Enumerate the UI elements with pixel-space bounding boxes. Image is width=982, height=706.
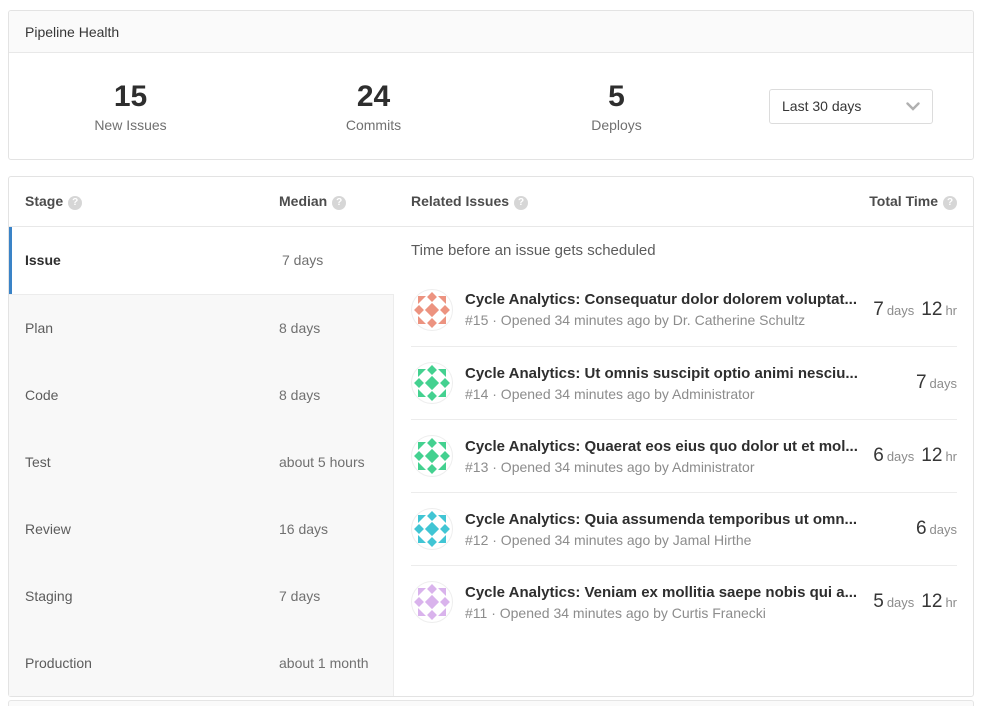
- total-time-header-label: Total Time: [869, 193, 938, 209]
- issue-row: Cycle Analytics: Ut omnis suscipit optio…: [411, 346, 957, 419]
- summary-row: 15 New Issues 24 Commits 5 Deploys Last …: [9, 53, 973, 159]
- stage-row-review[interactable]: Review 16 days: [9, 495, 394, 562]
- stat-label: Deploys: [495, 117, 738, 133]
- issue-total-time: 6days12hr: [873, 445, 957, 467]
- issue-text: Cycle Analytics: Veniam ex mollitia saep…: [465, 584, 861, 621]
- stage-name: Code: [9, 387, 263, 403]
- stage-name: Production: [9, 655, 263, 671]
- stage-name: Review: [9, 521, 263, 537]
- stage-row-issue[interactable]: Issue 7 days: [9, 227, 394, 294]
- stat-value: 5: [495, 80, 738, 114]
- avatar: [411, 508, 453, 550]
- stat-label: Commits: [252, 117, 495, 133]
- issue-row: Cycle Analytics: Veniam ex mollitia saep…: [411, 565, 957, 638]
- avatar: [411, 435, 453, 477]
- stage-description: Time before an issue gets scheduled: [411, 227, 957, 273]
- chevron-down-icon: [906, 102, 920, 111]
- issue-meta: #12 · Opened 34 minutes ago by Jamal Hir…: [465, 532, 904, 548]
- pipeline-health-panel: Pipeline Health 15 New Issues 24 Commits…: [8, 10, 974, 160]
- help-icon[interactable]: ?: [514, 196, 528, 210]
- help-icon[interactable]: ?: [332, 196, 346, 210]
- stat-label: New Issues: [9, 117, 252, 133]
- panel-heading: Pipeline Health: [9, 11, 973, 53]
- stage-panel: Issue 7 days Plan 8 days Code 8 days Tes…: [9, 227, 394, 696]
- stage-name: Issue: [12, 252, 266, 268]
- column-header-stage: Stage?: [9, 193, 263, 210]
- stage-row-production[interactable]: Production about 1 month: [9, 629, 394, 696]
- issue-total-time: 5days12hr: [873, 591, 957, 613]
- stage-median: 7 days: [266, 252, 394, 268]
- related-issues-panel: Time before an issue gets scheduled: [394, 227, 973, 696]
- stat-commits: 24 Commits: [252, 80, 495, 133]
- column-header-median: Median?: [263, 193, 394, 210]
- stage-header-label: Stage: [25, 193, 63, 209]
- avatar: [411, 362, 453, 404]
- date-range-dropdown[interactable]: Last 30 days: [769, 89, 933, 124]
- stage-median: 8 days: [263, 320, 393, 336]
- table-header-row: Stage? Median? Related Issues? Total Tim…: [9, 177, 973, 227]
- stage-median: about 1 month: [263, 655, 393, 671]
- stats-wrap: 15 New Issues 24 Commits 5 Deploys: [9, 80, 738, 133]
- issue-title-link[interactable]: Cycle Analytics: Quia assumenda temporib…: [465, 511, 904, 528]
- stage-name: Test: [9, 454, 263, 470]
- issue-title-link[interactable]: Cycle Analytics: Veniam ex mollitia saep…: [465, 584, 861, 601]
- cycle-analytics-panel: Stage? Median? Related Issues? Total Tim…: [8, 176, 974, 697]
- stage-name: Plan: [9, 320, 263, 336]
- panel-title: Pipeline Health: [25, 24, 119, 40]
- help-icon[interactable]: ?: [943, 196, 957, 210]
- related-issues-header-label: Related Issues: [411, 193, 509, 209]
- issue-meta: #14 · Opened 34 minutes ago by Administr…: [465, 386, 904, 402]
- avatar: [411, 581, 453, 623]
- issue-title-link[interactable]: Cycle Analytics: Quaerat eos eius quo do…: [465, 438, 861, 455]
- issue-total-time: 7days: [916, 372, 957, 394]
- issue-text: Cycle Analytics: Consequatur dolor dolor…: [465, 291, 861, 328]
- issue-title-link[interactable]: Cycle Analytics: Consequatur dolor dolor…: [465, 291, 861, 308]
- stage-row-test[interactable]: Test about 5 hours: [9, 429, 394, 496]
- stat-new-issues: 15 New Issues: [9, 80, 252, 133]
- issue-meta: #11 · Opened 34 minutes ago by Curtis Fr…: [465, 605, 861, 621]
- help-icon[interactable]: ?: [68, 196, 82, 210]
- issue-text: Cycle Analytics: Ut omnis suscipit optio…: [465, 365, 904, 402]
- stage-median: 8 days: [263, 387, 393, 403]
- stage-name: Staging: [9, 588, 263, 604]
- stat-deploys: 5 Deploys: [495, 80, 738, 133]
- stage-median: about 5 hours: [263, 454, 393, 470]
- stage-row-staging[interactable]: Staging 7 days: [9, 562, 394, 629]
- column-header-related-issues: Related Issues?: [394, 193, 869, 210]
- stat-value: 15: [9, 80, 252, 114]
- issue-text: Cycle Analytics: Quaerat eos eius quo do…: [465, 438, 861, 475]
- median-header-label: Median: [279, 193, 327, 209]
- issue-total-time: 6days: [916, 518, 957, 540]
- table-body: Issue 7 days Plan 8 days Code 8 days Tes…: [9, 227, 973, 696]
- issue-meta: #13 · Opened 34 minutes ago by Administr…: [465, 459, 861, 475]
- issue-text: Cycle Analytics: Quia assumenda temporib…: [465, 511, 904, 548]
- stat-value: 24: [252, 80, 495, 114]
- issue-meta: #15 · Opened 34 minutes ago by Dr. Cathe…: [465, 312, 861, 328]
- date-range-value: Last 30 days: [782, 98, 861, 114]
- issue-row: Cycle Analytics: Quia assumenda temporib…: [411, 492, 957, 565]
- issue-total-time: 7days12hr: [873, 299, 957, 321]
- issue-title-link[interactable]: Cycle Analytics: Ut omnis suscipit optio…: [465, 365, 904, 382]
- stage-median: 7 days: [263, 588, 393, 604]
- stage-row-plan[interactable]: Plan 8 days: [9, 294, 394, 362]
- issue-row: Cycle Analytics: Quaerat eos eius quo do…: [411, 419, 957, 492]
- stage-row-code[interactable]: Code 8 days: [9, 362, 394, 429]
- avatar: [411, 289, 453, 331]
- issue-row: Cycle Analytics: Consequatur dolor dolor…: [411, 273, 957, 346]
- stage-median: 16 days: [263, 521, 393, 537]
- column-header-total-time: Total Time?: [869, 193, 973, 210]
- next-panel-peek: [8, 700, 974, 706]
